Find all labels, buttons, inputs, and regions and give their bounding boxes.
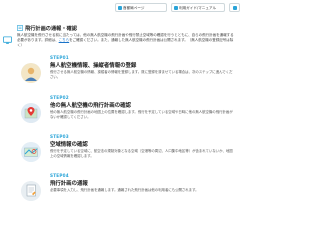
- document-icon: [21, 181, 41, 201]
- menu-icon: [233, 6, 237, 10]
- book-icon: [174, 6, 178, 10]
- step-4-heading: 飛行計画の通報: [50, 181, 88, 187]
- airspace-map-icon: [21, 142, 41, 162]
- person-icon: [21, 63, 41, 83]
- step-4-illustration: [21, 181, 41, 201]
- map-pin-icon: [21, 103, 41, 123]
- step-4-description: 必要事項を入力し、飛行計画を通報します。通報された飛行計画は他の利用者にも公開さ…: [50, 188, 199, 192]
- step-2-illustration: [21, 103, 41, 123]
- step-4-label: STEP04: [50, 173, 69, 178]
- step-2-label: STEP02: [50, 95, 69, 100]
- user-guide-button[interactable]: 利用ガイド/マニュアル: [171, 3, 225, 12]
- step-2-heading: 他の無人航空機の飛行計画の確認: [50, 103, 131, 109]
- step-3-description: 飛行を予定している空域に、航空法の規制対象となる空域（空港等の周辺、人口集中地区…: [50, 149, 233, 158]
- step-2-description: 他の無人航空機の飛行計画の地図上の位置を確認します。飛行を予定している空域や日時…: [50, 110, 233, 119]
- intro-text: 無人航空機を飛行させる前に当たっては、他の無人航空機の飛行計画や飛行禁止空域等の…: [17, 33, 237, 48]
- section-title: 飛行計画の通報・確認: [17, 24, 77, 32]
- menu-button[interactable]: [229, 3, 240, 12]
- details-link[interactable]: こちら: [59, 38, 70, 42]
- page-title: 飛行計画の通報・確認: [25, 25, 77, 32]
- step-3-label: STEP03: [50, 134, 69, 139]
- home-page-button[interactable]: 首都局ページ: [115, 3, 167, 12]
- flight-plan-icon: [17, 25, 23, 31]
- home-page-label: 首都局ページ: [123, 6, 145, 10]
- top-toolbar: 首都局ページ 利用ガイド/マニュアル: [0, 0, 240, 12]
- home-icon: [118, 6, 122, 10]
- monitor-icon: [3, 36, 12, 44]
- step-1-illustration: [21, 63, 41, 83]
- step-3-heading: 空域情報の確認: [50, 142, 88, 148]
- step-1-label: STEP01: [50, 55, 69, 60]
- step-3-illustration: [21, 142, 41, 162]
- step-1-description: 飛行させる無人航空機の情報、操縦者の情報を登録します。既に登録を済ませている場合…: [50, 70, 233, 79]
- user-guide-label: 利用ガイド/マニュアル: [179, 6, 217, 10]
- step-1-heading: 無人航空機情報、操縦者情報の登録: [50, 63, 137, 69]
